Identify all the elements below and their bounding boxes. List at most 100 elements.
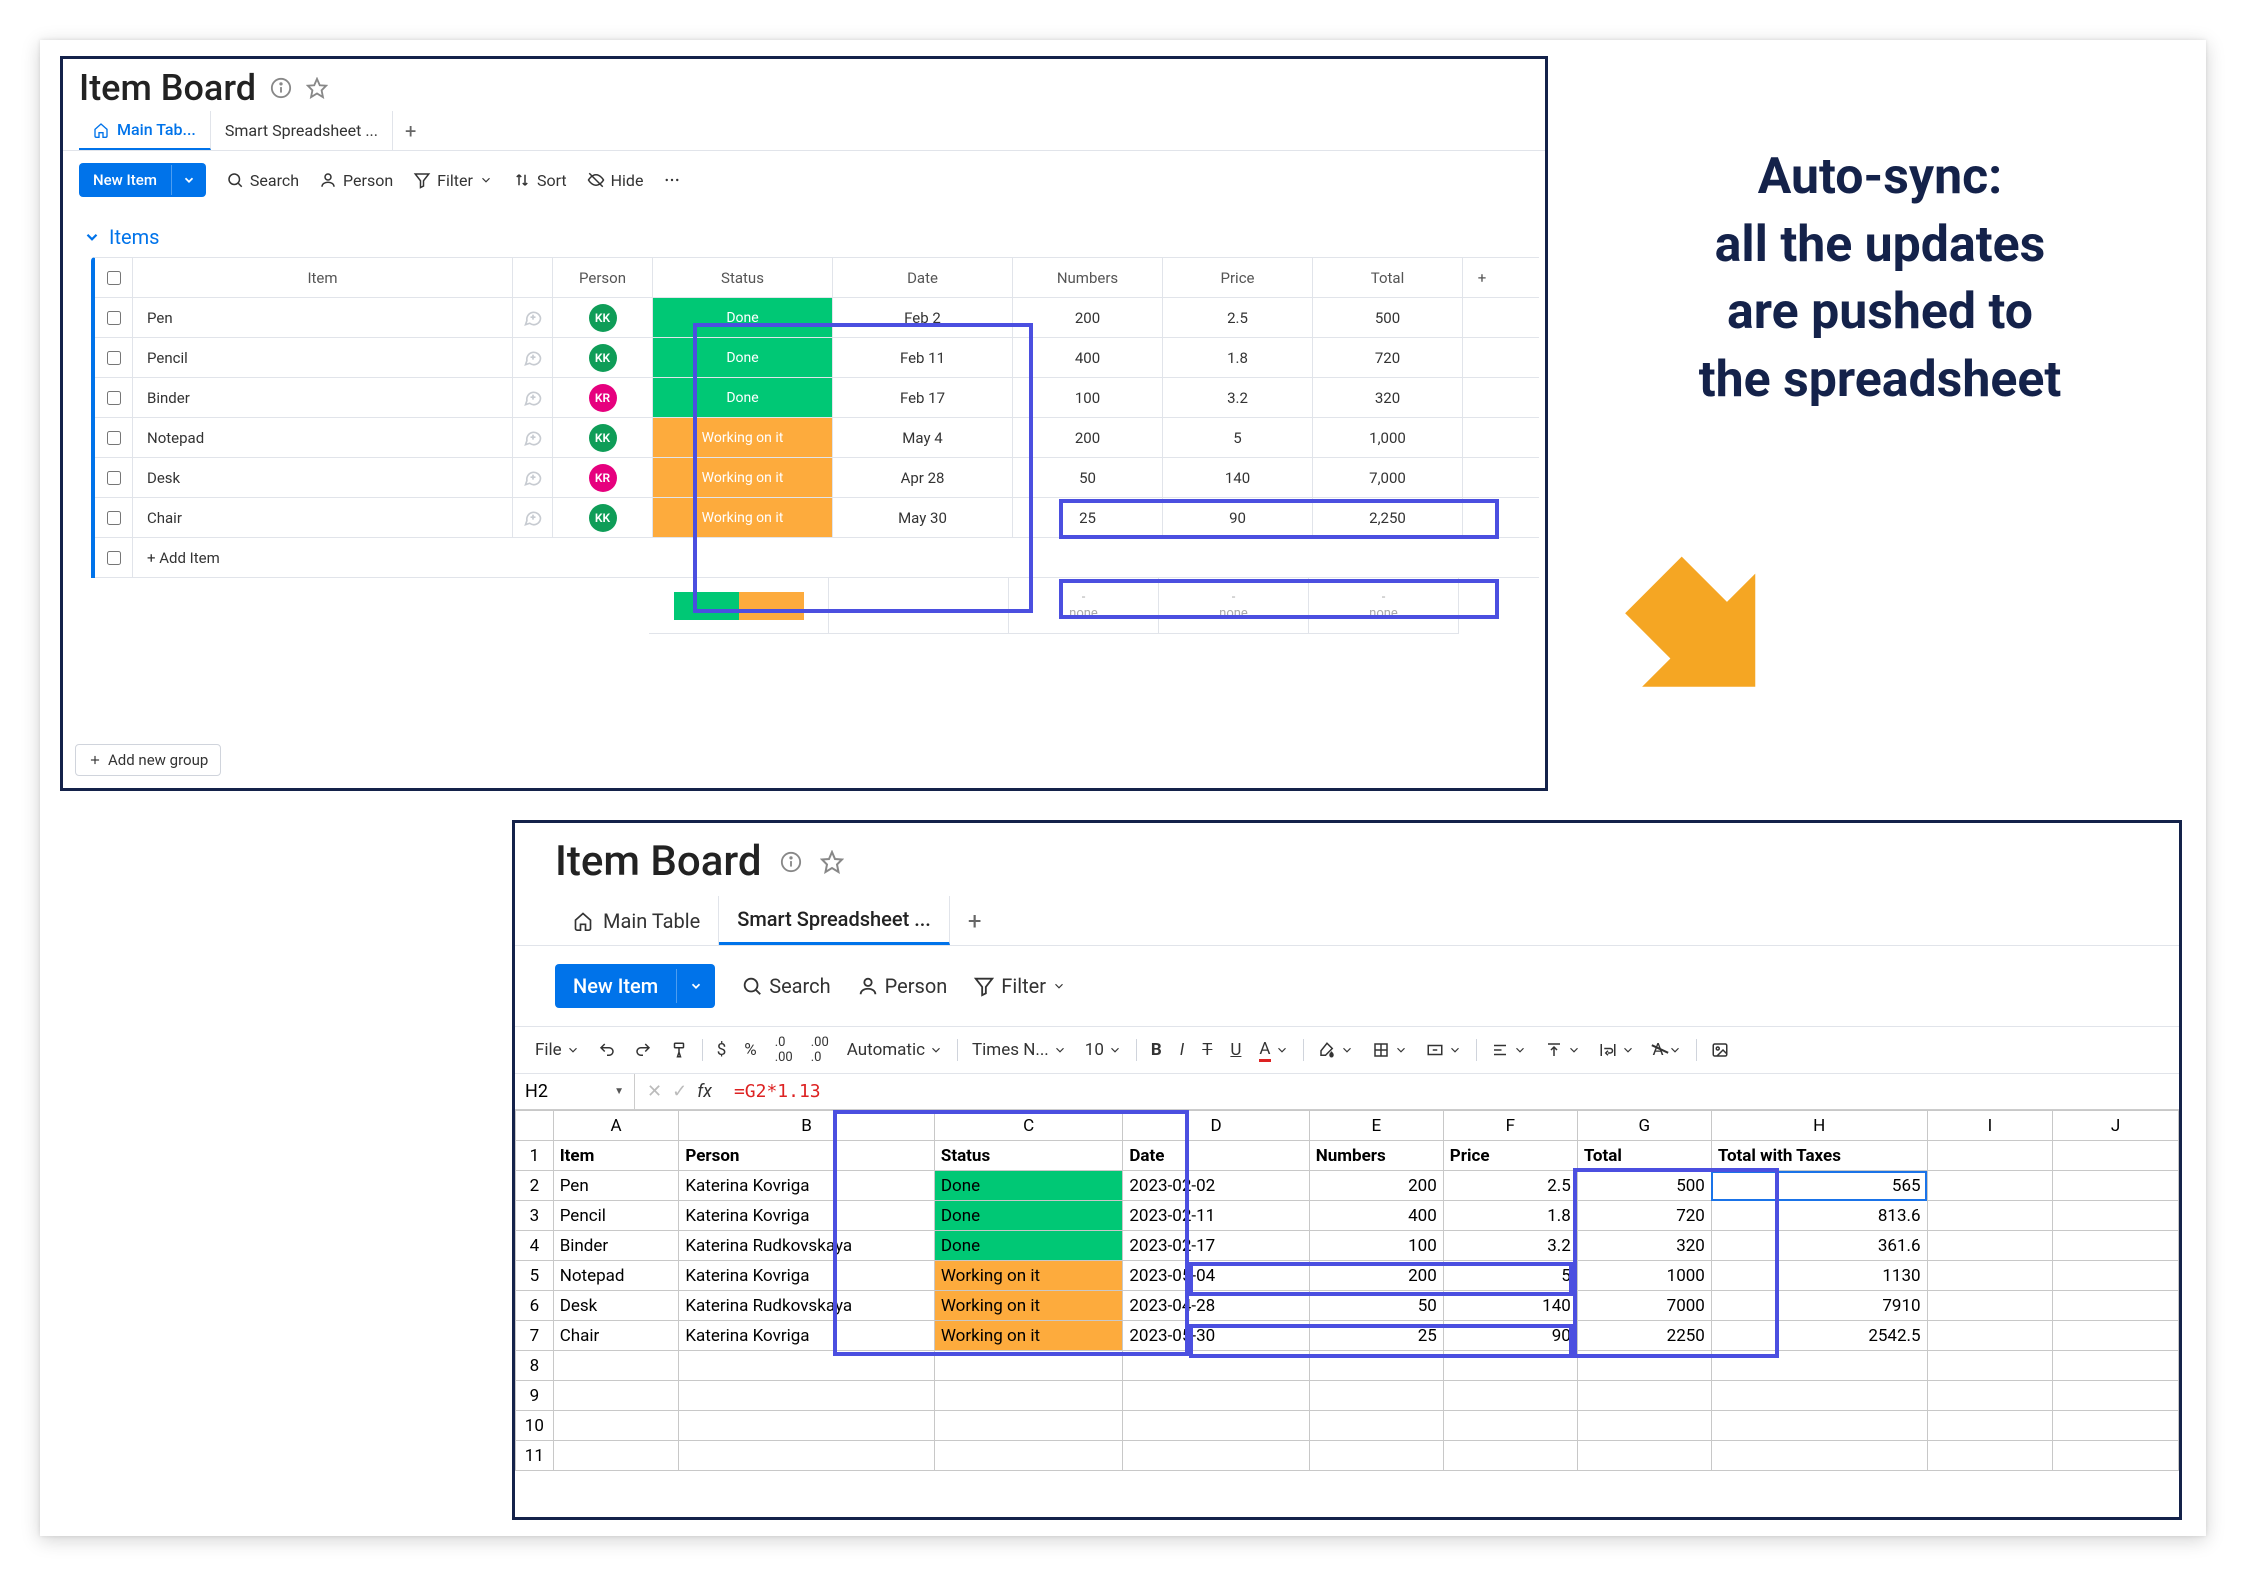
merge-button[interactable]	[1422, 1039, 1466, 1061]
col-numbers[interactable]: Numbers	[1013, 258, 1163, 297]
strike-button[interactable]: T	[1198, 1038, 1216, 1062]
cell[interactable]: Katerina Kovriga	[679, 1201, 935, 1231]
cell[interactable]: 100	[1309, 1231, 1443, 1261]
price-cell[interactable]: 2.5	[1163, 298, 1313, 337]
col-header-F[interactable]: F	[1443, 1111, 1577, 1141]
cell[interactable]: Binder	[553, 1231, 679, 1261]
col-header-I[interactable]: I	[1927, 1111, 2053, 1141]
add-new-group-button[interactable]: Add new group	[75, 744, 221, 776]
numbers-cell[interactable]: 400	[1013, 338, 1163, 377]
header-cell[interactable]	[2053, 1141, 2179, 1171]
row-checkbox[interactable]	[107, 511, 121, 525]
cell[interactable]: Done	[934, 1201, 1123, 1231]
more-button[interactable]	[663, 171, 681, 189]
col-header-G[interactable]: G	[1577, 1111, 1711, 1141]
col-person[interactable]: Person	[553, 258, 653, 297]
row-header-4[interactable]: 4	[516, 1231, 554, 1261]
cell[interactable]: 2023-02-02	[1123, 1171, 1309, 1201]
cell[interactable]: Chair	[553, 1321, 679, 1351]
price-cell[interactable]: 3.2	[1163, 378, 1313, 417]
board-row[interactable]: BinderKRDoneFeb 171003.2320	[95, 378, 1539, 418]
person-cell[interactable]: KR	[553, 458, 653, 497]
redo-button[interactable]	[630, 1039, 656, 1061]
clear-format-button[interactable]: A	[1649, 1038, 1686, 1062]
numbers-cell[interactable]: 200	[1013, 298, 1163, 337]
col-header-E[interactable]: E	[1309, 1111, 1443, 1141]
paint-format-button[interactable]	[666, 1039, 692, 1061]
cell[interactable]: 140	[1443, 1291, 1577, 1321]
cell[interactable]: 2.5	[1443, 1171, 1577, 1201]
halign-button[interactable]	[1487, 1039, 1531, 1061]
font-family[interactable]: Times N...	[968, 1038, 1071, 1062]
add-tab-button[interactable]: +	[950, 907, 1000, 935]
board-row[interactable]: PencilKKDoneFeb 114001.8720	[95, 338, 1539, 378]
cell[interactable]: Working on it	[934, 1261, 1123, 1291]
cell[interactable]: 50	[1309, 1291, 1443, 1321]
font-size[interactable]: 10	[1081, 1038, 1126, 1062]
status-cell[interactable]: Working on it	[653, 418, 833, 457]
price-cell[interactable]: 140	[1163, 458, 1313, 497]
item-name[interactable]: Pen	[133, 298, 513, 337]
person-cell[interactable]: KK	[553, 418, 653, 457]
header-cell[interactable]: Item	[553, 1141, 679, 1171]
select-all-checkbox[interactable]	[107, 271, 121, 285]
hide-button[interactable]: Hide	[587, 171, 644, 190]
row-header-2[interactable]: 2	[516, 1171, 554, 1201]
chat-icon[interactable]	[513, 298, 553, 337]
date-cell[interactable]: May 4	[833, 418, 1013, 457]
cell[interactable]: Katerina Kovriga	[679, 1321, 935, 1351]
col-header-D[interactable]: D	[1123, 1111, 1309, 1141]
name-box[interactable]: H2▼	[515, 1074, 635, 1109]
cell[interactable]: 1.8	[1443, 1201, 1577, 1231]
header-cell[interactable]	[1927, 1141, 2053, 1171]
status-cell[interactable]: Done	[653, 378, 833, 417]
star-icon[interactable]	[306, 77, 328, 99]
cell[interactable]: 200	[1309, 1171, 1443, 1201]
person-cell[interactable]: KK	[553, 298, 653, 337]
chat-icon[interactable]	[513, 338, 553, 377]
header-cell[interactable]: Status	[934, 1141, 1123, 1171]
col-date[interactable]: Date	[833, 258, 1013, 297]
tab-smart-spreadsheet[interactable]: Smart Spreadsheet ...	[211, 111, 393, 150]
number-format[interactable]: Automatic	[843, 1038, 947, 1062]
date-cell[interactable]: Apr 28	[833, 458, 1013, 497]
row-header-5[interactable]: 5	[516, 1261, 554, 1291]
italic-button[interactable]: I	[1176, 1038, 1188, 1062]
row-header-3[interactable]: 3	[516, 1201, 554, 1231]
total-cell[interactable]: 2,250	[1313, 498, 1463, 537]
person-cell[interactable]: KR	[553, 378, 653, 417]
cell[interactable]: 7000	[1577, 1291, 1711, 1321]
cell[interactable]: 320	[1577, 1231, 1711, 1261]
percent-button[interactable]: %	[740, 1038, 760, 1062]
cell[interactable]: Notepad	[553, 1261, 679, 1291]
valign-button[interactable]	[1541, 1039, 1585, 1061]
new-item-button[interactable]: New Item	[79, 163, 206, 197]
row-checkbox[interactable]	[107, 351, 121, 365]
info-icon[interactable]	[270, 77, 292, 99]
tab-main-table[interactable]: Main Table	[555, 896, 719, 945]
board-row[interactable]: NotepadKKWorking on itMay 420051,000	[95, 418, 1539, 458]
cell[interactable]: 25	[1309, 1321, 1443, 1351]
row-checkbox[interactable]	[107, 431, 121, 445]
date-cell[interactable]: May 30	[833, 498, 1013, 537]
chat-icon[interactable]	[513, 498, 553, 537]
cell[interactable]: 2023-02-11	[1123, 1201, 1309, 1231]
search-button[interactable]: Search	[741, 974, 830, 998]
cell[interactable]: 2542.5	[1711, 1321, 1927, 1351]
date-cell[interactable]: Feb 11	[833, 338, 1013, 377]
numbers-cell[interactable]: 200	[1013, 418, 1163, 457]
row-header-8[interactable]: 8	[516, 1351, 554, 1381]
status-cell[interactable]: Working on it	[653, 458, 833, 497]
star-icon[interactable]	[820, 850, 844, 874]
fill-color-button[interactable]	[1314, 1039, 1358, 1061]
add-item-row[interactable]: + Add Item	[95, 538, 1539, 578]
total-cell[interactable]: 720	[1313, 338, 1463, 377]
price-cell[interactable]: 90	[1163, 498, 1313, 537]
col-total[interactable]: Total	[1313, 258, 1463, 297]
chat-icon[interactable]	[513, 418, 553, 457]
header-cell[interactable]: Price	[1443, 1141, 1577, 1171]
cell[interactable]: Done	[934, 1171, 1123, 1201]
board-row[interactable]: PenKKDoneFeb 22002.5500	[95, 298, 1539, 338]
col-item[interactable]: Item	[133, 258, 513, 297]
cell[interactable]: 361.6	[1711, 1231, 1927, 1261]
